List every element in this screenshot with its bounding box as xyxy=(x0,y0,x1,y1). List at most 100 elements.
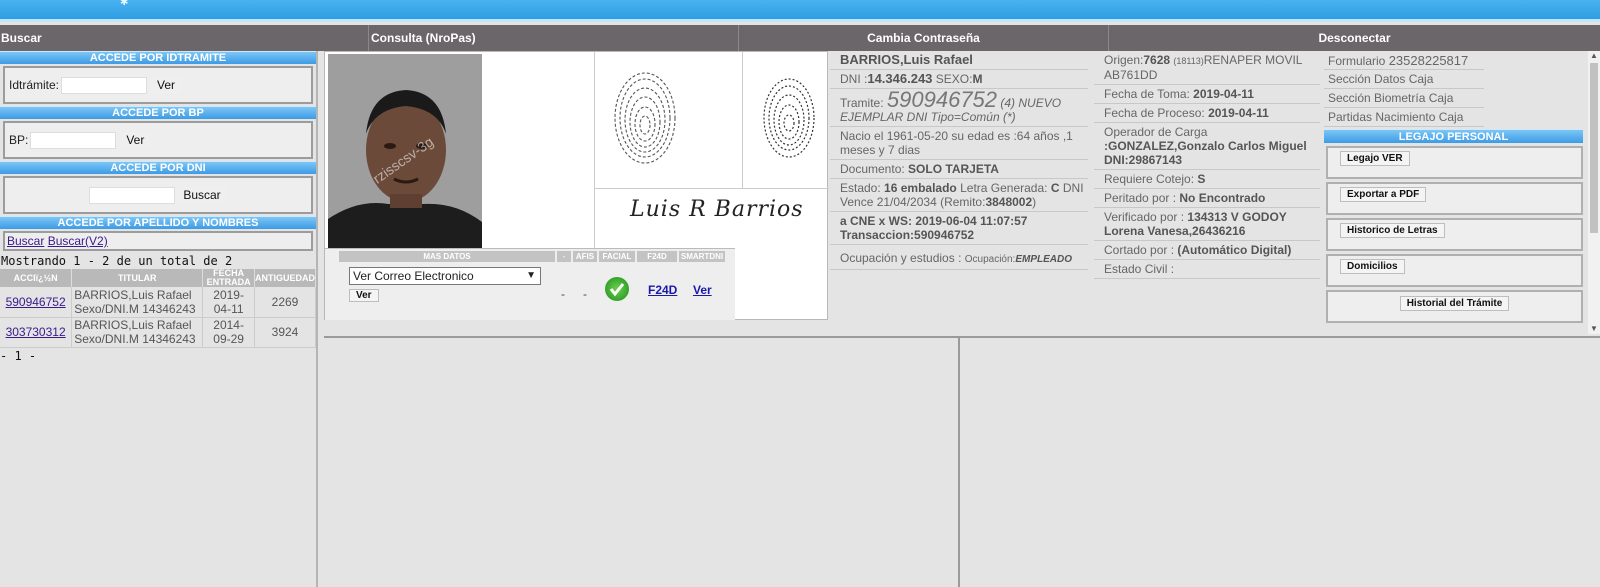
seccion-datos-caja[interactable]: Sección Datos Caja xyxy=(1324,70,1484,89)
afis-value: - xyxy=(583,287,587,301)
formulario-row[interactable]: Formulario 23528225817 xyxy=(1324,51,1484,70)
idtramite-input[interactable] xyxy=(61,76,148,94)
legajo-ver-button[interactable]: Legajo VER xyxy=(1340,151,1410,166)
scroll-thumb[interactable] xyxy=(1590,63,1598,233)
tramite-label: Tramite: xyxy=(840,96,884,110)
toma-row: Fecha de Toma: 2019-04-11 xyxy=(1094,85,1320,104)
cortado-value: (Automático Digital) xyxy=(1177,243,1292,257)
ocupacion-label: Ocupación y estudios : xyxy=(840,251,962,265)
scroll-down-icon[interactable]: ▼ xyxy=(1588,324,1600,334)
peritado-row: Peritado por : No Encontrado xyxy=(1094,189,1320,208)
proceso-value: 2019-04-11 xyxy=(1208,106,1269,120)
row-antiguedad: 2269 xyxy=(254,287,316,318)
mas-datos-ver-button[interactable]: Ver xyxy=(349,289,379,302)
section-header-bp: ACCEDE POR BP xyxy=(0,106,316,119)
remito-close: ) xyxy=(1032,195,1037,209)
proceso-label: Fecha de Proceso: xyxy=(1104,106,1205,120)
bp-label: BP: xyxy=(9,133,29,147)
buscar-v2-link[interactable]: Buscar(V2) xyxy=(48,234,108,248)
tramite-link[interactable]: 590946752 xyxy=(6,295,66,309)
table-row: 590946752 BARRIOS,Luis Rafael Sexo/DNI.M… xyxy=(0,287,316,318)
smartdni-ver-link[interactable]: Ver xyxy=(693,283,712,297)
origen-value: 7628 xyxy=(1143,53,1171,67)
buscar-link[interactable]: Buscar xyxy=(7,234,44,248)
sexo-label: SEXO: xyxy=(935,72,973,86)
col-fecha-entrada: FECHA ENTRADA xyxy=(202,269,255,287)
nacio-row: Nacio el 1961-05-20 su edad es :64 años … xyxy=(830,127,1088,160)
results-header: ACCIï¿½N TITULAR FECHA ENTRADA ANTIGUEDA… xyxy=(0,269,316,287)
legajo-header: LEGAJO PERSONAL xyxy=(1324,129,1583,143)
row-accion-cell: 303730312 xyxy=(0,317,73,348)
cotejo-label: Requiere Cotejo: xyxy=(1104,172,1195,186)
menu-desconectar[interactable]: Desconectar xyxy=(1109,25,1600,51)
ocupacion-small-label: Ocupación: xyxy=(964,254,1016,265)
dni-buscar-button[interactable]: Buscar xyxy=(177,187,227,203)
exportar-pdf-button[interactable]: Exportar a PDF xyxy=(1340,187,1427,202)
table-row: 303730312 BARRIOS,Luis Rafael Sexo/DNI.M… xyxy=(0,317,316,348)
sexo-value: M xyxy=(972,72,983,86)
idtramite-box: Idtrámite: Ver xyxy=(3,66,313,104)
bp-ver-button[interactable]: Ver xyxy=(120,132,151,148)
process-info: Origen:7628 (18113)RENAPER MOVIL AB761DD… xyxy=(1094,51,1320,279)
legajo-panel: Formulario 23528225817 Sección Datos Caj… xyxy=(1324,51,1588,334)
documento-label: Documento: xyxy=(840,162,905,176)
origen-label: Origen: xyxy=(1104,53,1144,67)
cotejo-value: S xyxy=(1197,172,1206,186)
dni-input[interactable] xyxy=(89,186,176,204)
origen-row: Origen:7628 (18113)RENAPER MOVIL AB761DD xyxy=(1094,51,1320,85)
ocupacion-value: EMPLEADO xyxy=(1015,254,1073,265)
historial-tramite-button[interactable]: Historial del Trámite xyxy=(1399,296,1510,311)
letra-label: Letra Generada: xyxy=(960,181,1048,195)
formulario-label: Formulario xyxy=(1328,54,1386,68)
partidas-nacimiento-caja[interactable]: Partidas Nacimiento Caja xyxy=(1324,108,1484,127)
historico-box: Historico de Letras xyxy=(1326,218,1583,251)
bp-input[interactable] xyxy=(30,131,117,149)
person-info: BARRIOS,Luis Rafael DNI :14.346.243 SEXO… xyxy=(830,51,1088,270)
smartdni-header: SMARTDNI xyxy=(679,251,725,262)
row-titular: BARRIOS,Luis Rafael Sexo/DNI.M 14346243 xyxy=(71,287,204,318)
dash-header: - xyxy=(557,251,571,262)
peritado-label: Peritado por : xyxy=(1104,191,1177,205)
tramite-link[interactable]: 303730312 xyxy=(6,325,66,339)
tramite-number: 590946752 xyxy=(886,87,998,112)
menu-cambia-contrasena[interactable]: Cambia Contraseña xyxy=(739,25,1109,51)
top-banner: ✱ xyxy=(0,0,1600,22)
domicilios-button[interactable]: Domicilios xyxy=(1340,259,1405,274)
tramite-row: Tramite: 590946752 (4) NUEVO EJEMPLAR DN… xyxy=(830,89,1088,127)
results-table: ACCIï¿½N TITULAR FECHA ENTRADA ANTIGUEDA… xyxy=(0,269,316,348)
domicilios-box: Domicilios xyxy=(1326,254,1583,287)
facial-check-icon xyxy=(605,277,629,301)
historico-letras-button[interactable]: Historico de Letras xyxy=(1340,223,1445,238)
banner-star-icon: ✱ xyxy=(120,0,129,8)
cortado-row: Cortado por : (Automático Digital) xyxy=(1094,241,1320,260)
f24d-link[interactable]: F24D xyxy=(648,283,677,297)
bottom-left-frame xyxy=(324,338,960,587)
estado-row: Estado: 16 embalado Letra Generada: C DN… xyxy=(830,179,1088,212)
section-header-idtramite: ACCEDE POR IDTRAMITE xyxy=(0,51,316,64)
scroll-up-icon[interactable]: ▲ xyxy=(1588,51,1600,61)
exportar-box: Exportar a PDF xyxy=(1326,182,1583,215)
menu-consulta-nropas[interactable]: Consulta (NroPas) xyxy=(369,25,739,51)
col-antiguedad: ANTIGUEDAD xyxy=(254,269,316,287)
seccion-biometria-caja[interactable]: Sección Biometría Caja xyxy=(1324,89,1484,108)
cne-value: a CNE x WS: 2019-06-04 11:07:57 xyxy=(840,214,1028,228)
toma-value: 2019-04-11 xyxy=(1193,87,1254,101)
transaccion-value: Transaccion:590946752 xyxy=(840,228,975,242)
verificado-row: Verificado por : 134313 V GODOY Lorena V… xyxy=(1094,208,1320,241)
dni-value: 14.346.243 xyxy=(867,71,933,86)
idtramite-ver-button[interactable]: Ver xyxy=(151,77,182,93)
biometrics-panel: rzisscsv-3g Luis R Barrios MAS DATOS - A… xyxy=(324,51,829,320)
menu-buscar[interactable]: Buscar xyxy=(0,25,369,51)
afis-header: AFIS xyxy=(573,251,597,262)
col-titular: TITULAR xyxy=(71,269,204,287)
select-value: Ver Correo Electronico xyxy=(353,269,474,283)
mas-datos-select[interactable]: Ver Correo Electronico ▼ xyxy=(349,267,541,285)
section-header-apellido: ACCEDE POR APELLIDO Y NOMBRES xyxy=(0,216,316,229)
scrollbar[interactable]: ▲ ▼ xyxy=(1588,51,1600,334)
documento-row: Documento: SOLO TARJETA xyxy=(830,160,1088,179)
fingerprint-right-icon xyxy=(761,76,817,163)
row-fecha: 2014-09-29 xyxy=(202,317,255,348)
fingerprint-left-icon xyxy=(610,68,680,171)
historial-box: Historial del Trámite xyxy=(1326,290,1583,323)
civil-row: Estado Civil : xyxy=(1094,260,1320,279)
